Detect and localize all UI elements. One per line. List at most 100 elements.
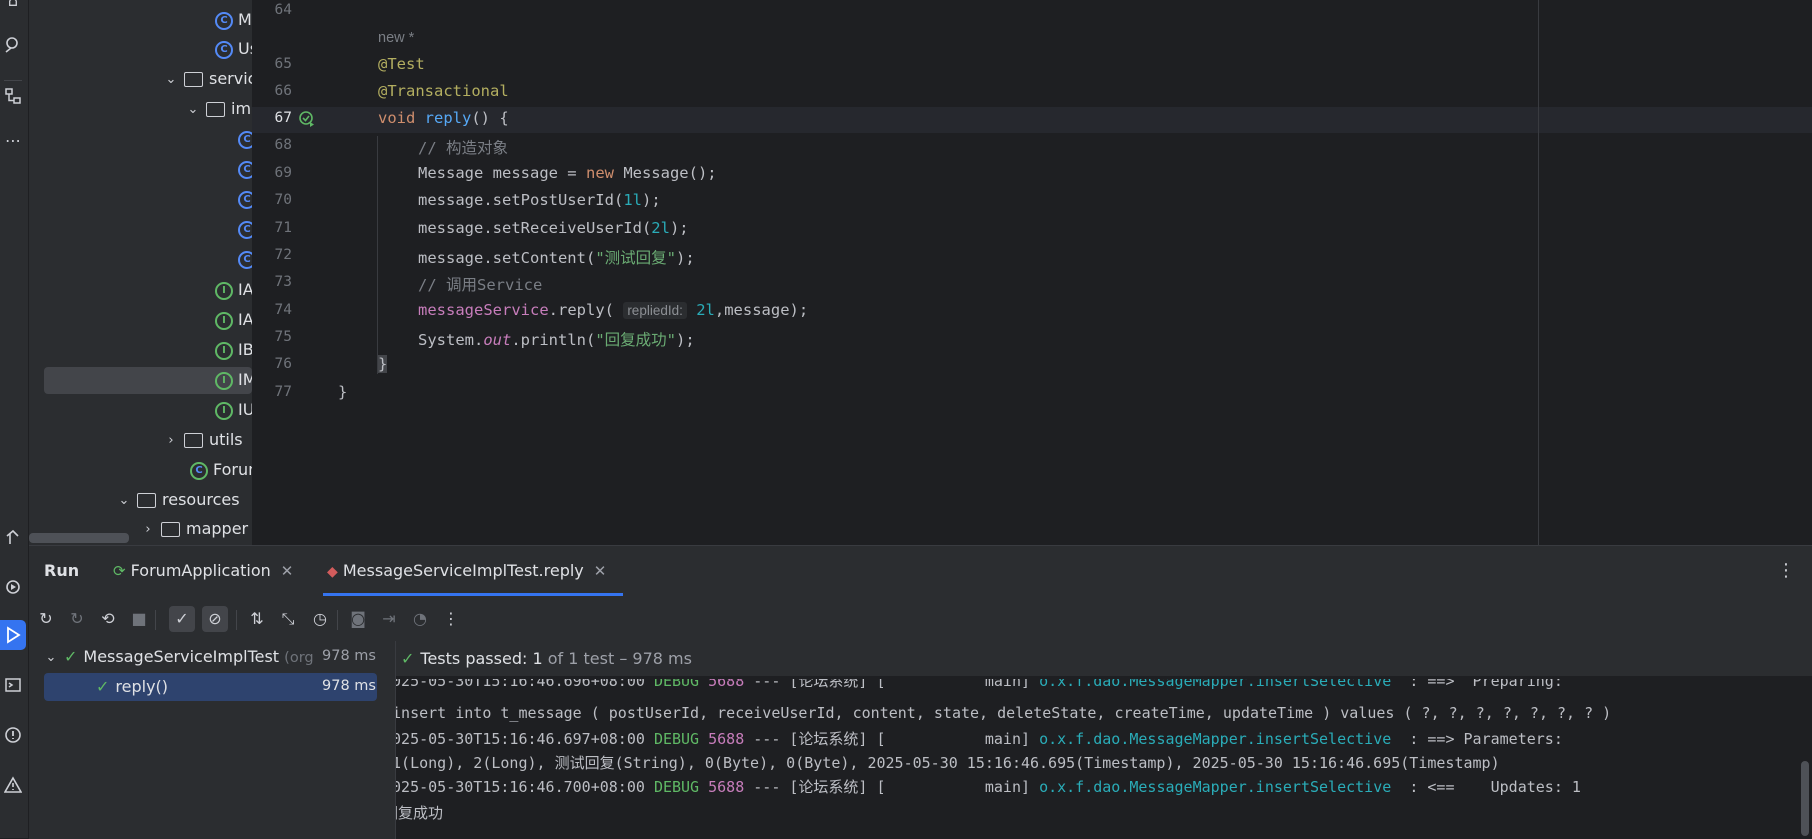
code-text: ,message); [714, 301, 809, 319]
test-case-duration: 978 ms [322, 678, 376, 694]
tree-item[interactable]: C [238, 186, 252, 212]
tree-item[interactable]: C Forun [190, 457, 252, 483]
structure-icon[interactable] [2, 87, 24, 109]
test-suite-row[interactable]: ⌄ ✓ MessageServiceImplTest (org [44, 643, 314, 670]
terminal-icon[interactable] [2, 676, 24, 698]
code-text: System. [418, 331, 484, 349]
tree-item[interactable]: I IA [215, 277, 252, 303]
tree-item[interactable]: C [238, 156, 252, 182]
tree-item[interactable]: ⌄ im [186, 96, 251, 122]
chevron-down-icon[interactable]: ⌄ [44, 644, 58, 671]
tree-item[interactable]: CM [215, 7, 252, 33]
keyword: new [585, 164, 614, 182]
tree-item[interactable]: C [238, 216, 252, 242]
chevron-right-icon[interactable]: › [164, 428, 178, 454]
tree-horizontal-scrollbar[interactable] [29, 533, 129, 543]
editor-gutter: 64 65 66 67 68 69 70 71 72 73 74 75 76 7… [252, 0, 335, 545]
number-literal: 2l [696, 301, 715, 319]
package-icon [206, 102, 225, 117]
line-number: 74 [274, 302, 292, 318]
tree-item[interactable]: C [238, 246, 252, 272]
stop-icon[interactable]: ■ [128, 608, 150, 630]
run-tool-button[interactable] [0, 620, 26, 650]
rerun-auto-icon[interactable]: ⟲ [97, 608, 119, 630]
more-icon[interactable]: ⋮ [440, 608, 462, 630]
author-hint[interactable]: new * [378, 30, 414, 46]
interface-icon: I [215, 281, 233, 300]
log-pid: 5688 [699, 730, 745, 748]
package-icon [184, 72, 203, 87]
tree-item[interactable]: › utils [164, 427, 242, 454]
console-line: 回复成功 [396, 804, 444, 822]
test-case-row[interactable]: ✓ reply() [96, 673, 168, 700]
tree-item[interactable]: ⌄ servic [164, 66, 252, 92]
history-icon[interactable]: ◷ [309, 608, 331, 630]
collapse-icon[interactable]: ⤡ [277, 608, 299, 630]
coverage-icon[interactable]: ◔ [409, 608, 431, 630]
rerun-icon[interactable]: ↻ [35, 608, 57, 630]
spring-class-icon: C [190, 461, 208, 480]
run-test-gutter-icon[interactable] [298, 110, 316, 128]
tree-item[interactable]: ⌄ resources [117, 487, 240, 513]
tab-message-service-impl-test-reply[interactable]: ◆ MessageServiceImplTest.reply ✕ [327, 546, 606, 596]
tree-item[interactable]: C [238, 126, 252, 152]
console-line: 2025-05-30T15:16:46.697+08:00 DEBUG 5688… [396, 728, 1563, 749]
log-level: DEBUG [653, 778, 700, 796]
console-line: 1(Long), 2(Long), 测试回复(String), 0(Byte),… [396, 754, 1500, 772]
warning-icon[interactable] [2, 776, 24, 798]
log-logger[interactable]: o.x.f.dao.MessageMapper.insertSelective [1039, 778, 1391, 796]
class-icon: C [238, 220, 252, 239]
tree-item[interactable]: I IB [215, 337, 252, 363]
close-icon[interactable]: ✕ [594, 562, 607, 580]
tree-item-label: IA [238, 280, 252, 299]
status-prefix: Tests passed: [420, 649, 528, 668]
tree-item[interactable]: I IM [215, 367, 252, 393]
problems-icon[interactable] [2, 726, 24, 748]
log-pid: 5688 [699, 778, 745, 796]
log-logger[interactable]: o.x.f.dao.MessageMapper.insertSelective [1039, 679, 1391, 690]
tree-item-label: M [238, 10, 252, 29]
services-icon[interactable] [2, 578, 24, 600]
folder-icon [161, 522, 180, 537]
tree-item-label: Us [238, 39, 252, 58]
options-menu-icon[interactable]: ⋮ [1777, 560, 1795, 581]
rerun-failed-icon[interactable]: ↻ [66, 608, 88, 630]
console-output[interactable]: ✓ Tests passed: 1 of 1 test – 978 ms 2025… [396, 641, 1812, 839]
log-timestamp: 2025-05-30T15:16:46.697+08:00 [396, 730, 654, 748]
export-icon[interactable]: ⇥ [378, 608, 400, 630]
code-text: Message(); [613, 164, 717, 182]
chevron-down-icon[interactable]: ⌄ [186, 97, 200, 123]
console-scrollbar[interactable] [1801, 761, 1809, 836]
tree-item[interactable]: C Us [215, 36, 252, 62]
project-tree: CM CUs ⌄servic ⌄im C C C C C IIA IIA IIB… [29, 0, 252, 545]
tree-item[interactable]: I IU [215, 397, 252, 423]
chevron-down-icon[interactable]: ⌄ [117, 488, 131, 514]
show-passed-icon[interactable]: ✓ [169, 606, 195, 632]
string-literal: "测试回复" [595, 249, 676, 267]
code-text: .reply( [548, 301, 624, 319]
tab-forum-application[interactable]: ⟳ ForumApplication ✕ [113, 546, 293, 596]
chevron-down-icon[interactable]: ⌄ [164, 67, 178, 93]
tree-item[interactable]: I IA [215, 307, 252, 333]
sort-icon[interactable]: ⇅ [246, 608, 268, 630]
more-tools-icon[interactable]: ⋯ [2, 130, 24, 152]
code-text: message.setPostUserId( [418, 191, 624, 209]
code-text: Message message = [418, 164, 586, 182]
passed-check-icon: ✓ [64, 647, 78, 666]
class-icon: C [238, 130, 252, 149]
method-name: reply [424, 109, 472, 127]
log-logger[interactable]: o.x.f.dao.MessageMapper.insertSelective [1039, 730, 1391, 748]
test-status-bar: ✓ Tests passed: 1 of 1 test – 978 ms [396, 641, 1812, 676]
screenshot-icon[interactable]: ◙ [347, 608, 369, 630]
right-margin-guide [1538, 0, 1539, 545]
find-icon[interactable] [2, 36, 24, 58]
line-number: 70 [274, 192, 292, 208]
code-editor[interactable]: new * @Test @Transactional void reply() … [335, 0, 1812, 545]
tree-item[interactable]: › mapper [141, 516, 248, 542]
close-icon[interactable]: ✕ [281, 562, 294, 580]
build-icon[interactable] [2, 528, 24, 550]
show-ignored-icon[interactable]: ⊘ [202, 606, 228, 632]
comment: // 调用Service [418, 276, 543, 294]
commit-icon[interactable]: ⌂ [2, 0, 24, 12]
chevron-right-icon[interactable]: › [141, 517, 155, 543]
